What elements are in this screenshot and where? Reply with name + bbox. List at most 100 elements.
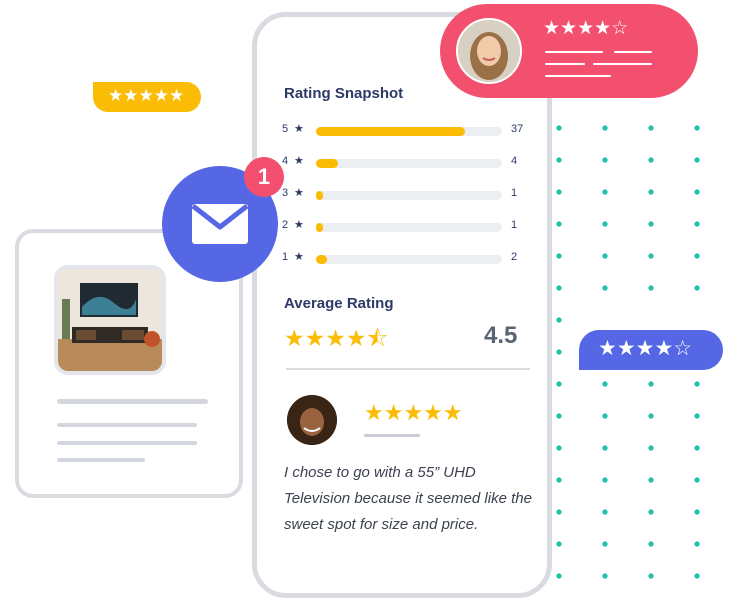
decor-dot [602, 573, 608, 579]
product-text-placeholder [57, 423, 197, 427]
pink-card-stars: ★★★★☆ [543, 18, 629, 39]
star-icon: ★ [294, 155, 304, 167]
average-rating-stars: ★★★★⯪ [284, 325, 389, 351]
decor-dot [648, 253, 654, 259]
decor-dot [648, 381, 654, 387]
rating-bar-fill [316, 223, 324, 232]
reviewer-avatar [456, 18, 522, 84]
rating-row-stars: 1 [282, 251, 289, 263]
notification-badge: 1 [244, 157, 284, 197]
decor-dot [556, 285, 562, 291]
review-text: I chose to go with a 55” UHD Television … [284, 464, 532, 533]
blue-bubble-stars: ★★★★☆ [598, 337, 693, 360]
decor-dot [648, 125, 654, 131]
rating-row-count: 4 [511, 155, 518, 167]
decor-dot [602, 413, 608, 419]
text-placeholder [545, 51, 603, 53]
text-placeholder [545, 75, 611, 77]
decor-dot [694, 285, 700, 291]
rating-bar-track [316, 159, 502, 168]
decor-dot [602, 509, 608, 515]
decor-dot [694, 509, 700, 515]
star-icon: ★ [294, 251, 304, 263]
rating-row-stars: 4 [282, 155, 289, 167]
decor-dot [602, 445, 608, 451]
average-rating-title: Average Rating [284, 295, 394, 312]
decor-dot [648, 477, 654, 483]
decor-dot [602, 477, 608, 483]
text-placeholder [593, 63, 652, 65]
decor-dot [602, 125, 608, 131]
decor-dot [694, 189, 700, 195]
decor-dot [556, 253, 562, 259]
rating-row[interactable]: 2 ★ 1 [282, 219, 532, 235]
decor-dot [648, 509, 654, 515]
decor-dot [648, 157, 654, 163]
decor-dot [694, 477, 700, 483]
decor-dot [694, 381, 700, 387]
decor-dot [602, 253, 608, 259]
decor-dot [694, 221, 700, 227]
rating-row-count: 1 [511, 187, 518, 199]
decor-dot [602, 157, 608, 163]
reviewer-name-placeholder [364, 434, 420, 437]
rating-bar-track [316, 191, 502, 200]
text-placeholder [545, 63, 585, 65]
decor-dot [602, 221, 608, 227]
rating-row-stars: 2 [282, 219, 289, 231]
decor-dot [556, 189, 562, 195]
decor-dot [602, 381, 608, 387]
rating-row-stars: 5 [282, 123, 289, 135]
decor-dot [694, 157, 700, 163]
rating-bar-fill [316, 255, 328, 264]
decor-dot [556, 349, 562, 355]
rating-bar-fill [316, 127, 465, 136]
rating-row[interactable]: 5 ★ 37 [282, 123, 532, 139]
rating-bar-fill [316, 191, 324, 200]
decor-dot [556, 413, 562, 419]
decor-dot [556, 125, 562, 131]
decor-dot [694, 541, 700, 547]
decor-dot [556, 573, 562, 579]
rating-row[interactable]: 4 ★ 4 [282, 155, 532, 171]
decor-dot [556, 157, 562, 163]
rating-row[interactable]: 3 ★ 1 [282, 187, 532, 203]
rating-row-count: 37 [511, 123, 524, 135]
decor-dot [694, 445, 700, 451]
rating-bar-track [316, 223, 502, 232]
product-image [54, 265, 166, 375]
decor-dot [556, 381, 562, 387]
divider [286, 368, 530, 370]
text-placeholder [614, 51, 652, 53]
decor-dot [556, 221, 562, 227]
decor-dot [648, 445, 654, 451]
rating-bar-track [316, 255, 502, 264]
decor-dot [694, 573, 700, 579]
decor-dot [648, 413, 654, 419]
decor-dot [694, 125, 700, 131]
rating-bar-track [316, 127, 502, 136]
decor-dot [602, 189, 608, 195]
decor-dot [602, 285, 608, 291]
product-title-placeholder [57, 399, 208, 404]
product-text-placeholder [57, 441, 197, 445]
star-icon: ★ [294, 219, 304, 231]
reviewer-avatar [287, 395, 337, 445]
decor-dot [556, 445, 562, 451]
review-stars: ★★★★★ [364, 400, 463, 425]
decor-dot [648, 541, 654, 547]
decor-dot [694, 253, 700, 259]
decor-dot [648, 285, 654, 291]
rating-row[interactable]: 1 ★ 2 [282, 251, 532, 267]
star-icon: ★ [294, 123, 304, 135]
decor-dot [556, 477, 562, 483]
decor-dot [556, 541, 562, 547]
yellow-bubble-stars: ★★★★★ [108, 86, 185, 105]
decor-dot [602, 541, 608, 547]
product-text-placeholder [57, 458, 145, 462]
rating-row-stars: 3 [282, 187, 289, 199]
average-rating-value: 4.5 [484, 322, 518, 349]
decor-dot [556, 317, 562, 323]
decor-dot [694, 413, 700, 419]
rating-row-count: 1 [511, 219, 518, 231]
